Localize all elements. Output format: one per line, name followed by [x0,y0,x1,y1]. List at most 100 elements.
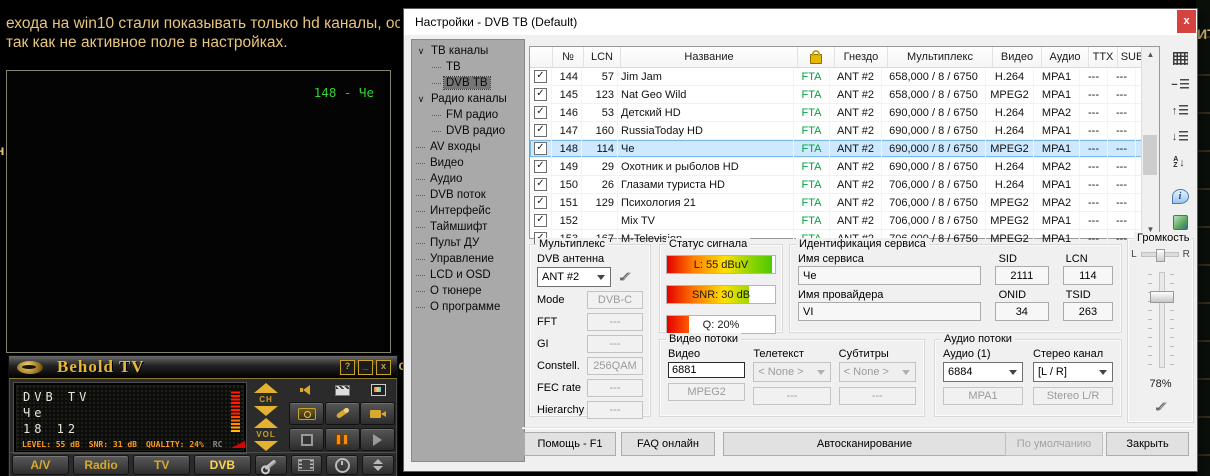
column-header-Видео[interactable]: Видео [993,47,1042,67]
camcorder-button[interactable] [360,402,395,425]
row-checkbox[interactable]: ✓ [534,160,547,173]
sidebar-item-lcd-osd[interactable]: LCD и OSD [412,267,524,283]
teletext-select[interactable]: < None > [753,362,830,382]
sidebar-item-control[interactable]: Управление [412,251,524,267]
scrollbar-thumb[interactable] [1143,135,1157,175]
table-row-147[interactable]: ✓147160RussiaToday HDFTAANT #2690,000 / … [530,122,1159,140]
row-checkbox[interactable]: ✓ [534,178,547,191]
help-button[interactable]: Помощь - F1 [524,432,616,456]
table-row-146[interactable]: ✓14653Детский HDFTAANT #2690,000 / 8 / 6… [530,104,1159,122]
source-button-dvb[interactable]: DVB [194,455,251,475]
sidebar-item-tv[interactable]: ТВ [412,59,524,75]
player-close-button[interactable]: x [376,360,391,375]
table-row-150[interactable]: ✓15026Глазами туриста HDFTAANT #2706,000… [530,176,1159,194]
volume-down-button[interactable] [254,441,278,451]
defaults-button[interactable]: По умолчанию [1005,432,1103,456]
source-button-av[interactable]: A/V [12,455,69,475]
faq-button[interactable]: FAQ онлайн [621,432,715,456]
scroll-up-icon[interactable]: ▲ [1142,47,1159,63]
balance-thumb[interactable] [1156,249,1165,262]
sidebar-item-dvb-tv[interactable]: DVB ТВ [412,75,524,91]
info-icon[interactable]: i [1168,187,1192,206]
chevron-down-icon[interactable]: ∨ [416,94,426,105]
sidebar-item-fm-radio[interactable]: FM радио [412,107,524,123]
table-row-151[interactable]: ✓151129Психология 21FTAANT #2706,000 / 8… [530,194,1159,212]
source-button-radio[interactable]: Radio [73,455,130,475]
remove-item-icon[interactable]: − [1168,75,1192,94]
pause-button[interactable] [325,428,360,451]
table-row-148[interactable]: ✓148114ЧеFTAANT #2690,000 / 8 / 6750MPEG… [530,140,1159,158]
table-row-144[interactable]: ✓14457Jim JamFTAANT #2658,000 / 8 / 6750… [530,68,1159,86]
teletext-info-box: --- [753,387,830,405]
sidebar-item-audio[interactable]: Аудио [412,171,524,187]
clapper-button[interactable] [326,381,359,399]
stereo-channel-select[interactable]: [L / R] [1033,362,1113,382]
row-checkbox[interactable]: ✓ [534,124,547,137]
sidebar-item-about-app[interactable]: О программе [412,299,524,315]
row-checkbox[interactable]: ✓ [534,142,547,155]
volume-slider[interactable] [1144,272,1178,368]
row-checkbox[interactable]: ✓ [534,88,547,101]
subtitles-select[interactable]: < None > [839,362,916,382]
play-button[interactable] [360,428,395,451]
sidebar-item-tv-channels[interactable]: ∨ТВ каналы [412,43,524,59]
speaker-button[interactable] [289,381,322,399]
table-scrollbar[interactable]: ▲ ▼ [1141,47,1159,238]
sidebar-item-radio-channels[interactable]: ∨Радио каналы [412,91,524,107]
film-button[interactable] [291,455,323,475]
sidebar-item-dvb-radio[interactable]: DVB радио [412,123,524,139]
balance-slider[interactable] [1141,252,1179,257]
row-checkbox[interactable]: ✓ [534,214,547,227]
channel-up-button[interactable] [254,383,278,393]
player-minimize-button[interactable]: _ [358,360,373,375]
row-checkbox[interactable]: ✓ [534,196,547,209]
move-down-icon[interactable]: ↓ [1168,127,1192,146]
table-row-152[interactable]: ✓152Mix TVFTAANT #2706,000 / 8 / 6750MPE… [530,212,1159,230]
column-header-№[interactable]: № [553,47,584,67]
close-button[interactable]: Закрыть [1106,432,1189,456]
player-help-button[interactable]: ? [340,360,355,375]
column-header-LCN[interactable]: LCN [584,47,621,67]
sidebar-item-about-tuner[interactable]: О тюнере [412,283,524,299]
table-row-145[interactable]: ✓145123Nat Geo WildFTAANT #2658,000 / 8 … [530,86,1159,104]
sidebar-item-video[interactable]: Видео [412,155,524,171]
channel-down-button[interactable] [254,406,278,416]
wrench-button[interactable] [255,455,287,475]
sidebar-item-dvb-stream[interactable]: DVB поток [412,187,524,203]
recycle-bin-icon[interactable] [1168,213,1192,232]
timer-button[interactable] [326,455,358,475]
row-checkbox[interactable]: ✓ [534,106,547,119]
volume-up-button[interactable] [254,418,278,428]
select-all-icon[interactable] [1168,49,1192,68]
sidebar-item-remote[interactable]: Пульт ДУ [412,235,524,251]
column-header-Аудио[interactable]: Аудио [1042,47,1089,67]
move-up-icon[interactable]: ↑ [1168,101,1192,120]
chevron-down-icon[interactable]: ∨ [416,46,426,57]
table-row-149[interactable]: ✓14929Охотник и рыболов HDFTAANT #2690,0… [530,158,1159,176]
video-pid-input[interactable] [668,362,745,378]
autoscan-button[interactable]: Автосканирование [723,432,1006,456]
volume-check-icon[interactable]: ✓ [1153,398,1169,416]
microphone-button[interactable] [325,402,360,425]
column-header-Мультиплекс[interactable]: Мультиплекс [888,47,993,67]
column-header-TTX[interactable]: TTX [1089,47,1118,67]
close-button[interactable]: x [1177,10,1196,33]
monitor-button[interactable] [362,381,395,399]
sidebar-item-av-inputs[interactable]: AV входы [412,139,524,155]
antenna-select[interactable]: ANT #2 [537,267,611,287]
dialog-titlebar[interactable]: Настройки - DVB ТВ (Default) x [404,9,1197,35]
stop-button[interactable] [289,428,324,451]
apply-check-icon[interactable]: ✓ [616,268,632,286]
column-header-Название[interactable]: Название [621,47,798,67]
row-checkbox[interactable]: ✓ [534,70,547,83]
updown-button[interactable] [362,455,394,475]
audio-pid-select[interactable]: 6884 [943,362,1023,382]
sidebar-item-timeshift[interactable]: Таймшифт [412,219,524,235]
volume-thumb[interactable] [1150,291,1174,303]
camera-button[interactable] [289,402,324,425]
column-header-Гнездо[interactable]: Гнездо [835,47,888,67]
column-header-lock[interactable] [798,47,835,67]
source-button-tv[interactable]: TV [133,455,190,475]
sidebar-item-interface[interactable]: Интерфейс [412,203,524,219]
sort-az-icon[interactable]: AZ↓ [1168,153,1192,172]
